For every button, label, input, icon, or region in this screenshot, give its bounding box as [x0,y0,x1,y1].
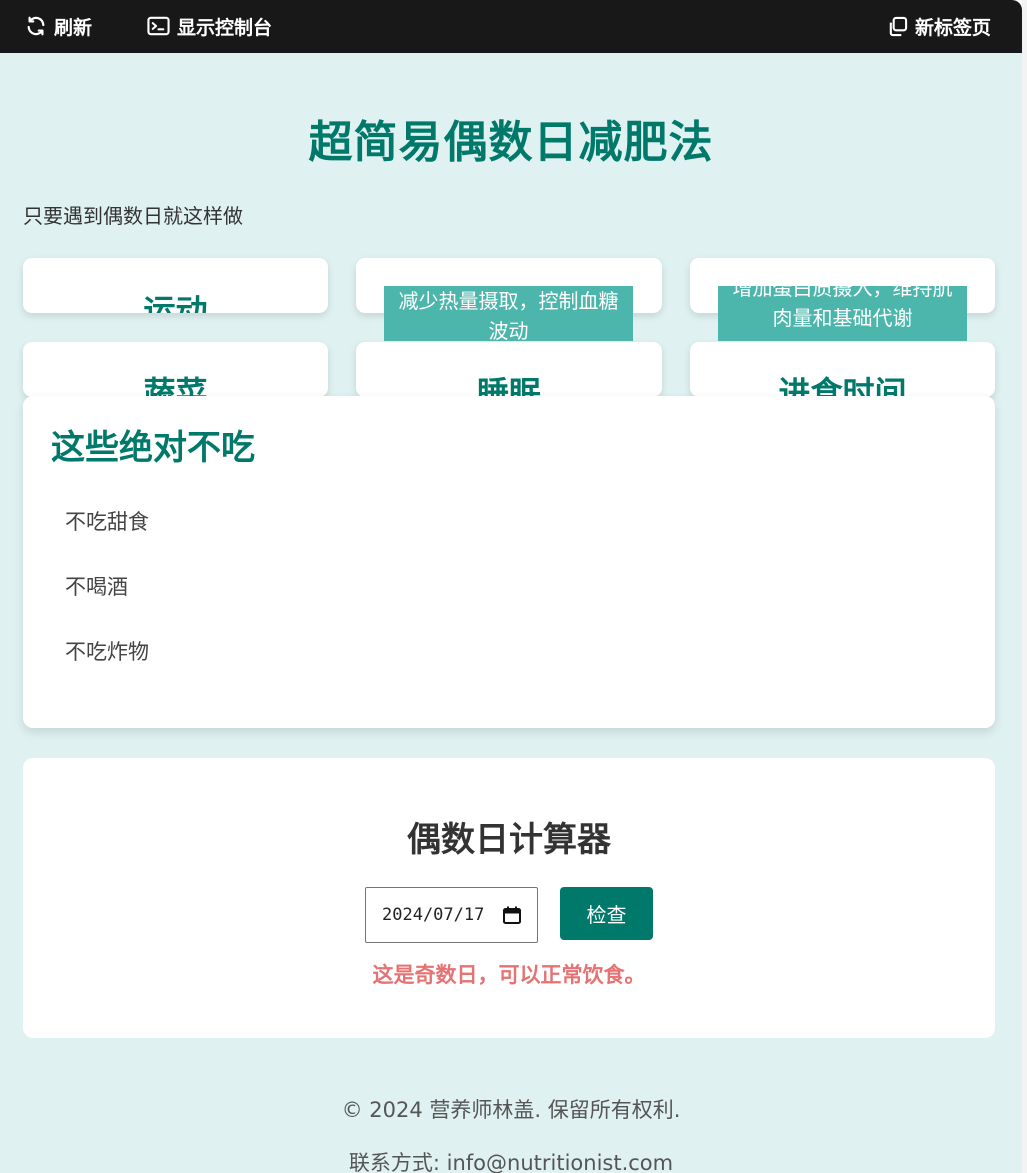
footer-contact: 联系方式: info@nutritionist.com [348,1151,674,1173]
avoid-section: 这些绝对不吃 不吃甜食 不喝酒 不吃炸物 [23,396,995,728]
card-vegetables[interactable]: 蔬菜 [23,342,328,397]
browser-toolbar: 刷新 显示控制台 新标签页 [0,0,1022,53]
new-tab-button[interactable]: 新标签页 [887,12,991,40]
even-day-calculator: 偶数日计算器 2024/07/17 检查 这是奇数日，可以正常饮食。 [23,758,995,1038]
avoid-item: 不吃甜食 [65,510,149,534]
avoid-item: 不吃炸物 [65,640,149,664]
show-console-button[interactable]: 显示控制台 [147,12,272,40]
card-title-vegetables: 蔬菜 [143,374,208,397]
card-meal-time[interactable]: 进食时间 [690,342,995,397]
page-subtitle: 只要遇到偶数日就这样做 [23,204,243,228]
date-value: 2024/07/17 [382,905,485,925]
avoid-list: 不吃甜食 不喝酒 不吃炸物 [65,509,149,704]
new-tab-icon [889,16,908,36]
calculator-result: 这是奇数日，可以正常饮食。 [372,963,646,987]
card-exercise[interactable]: 运动 [23,258,328,313]
card-tip-calorie: 减少热量摄取，控制血糖波动 [384,286,633,341]
date-input[interactable]: 2024/07/17 [365,887,538,943]
check-button[interactable]: 检查 [560,887,653,940]
card-tip-calorie-text: 减少热量摄取，控制血糖波动 [398,289,619,341]
calendar-icon[interactable] [503,906,521,924]
page-content: 超简易偶数日减肥法 只要遇到偶数日就这样做 运动 蔬菜 睡眠 进食时间 减少热量… [0,53,1022,1173]
card-tip-protein-text: 增加蛋白质摄入，维持肌肉量和基础代谢 [732,286,953,330]
card-title-exercise: 运动 [143,292,208,313]
refresh-label: 刷新 [54,16,93,39]
card-title-sleep: 睡眠 [476,374,541,397]
refresh-icon [27,16,45,36]
refresh-button[interactable]: 刷新 [25,12,92,40]
card-sleep[interactable]: 睡眠 [356,342,662,397]
card-tip-protein: 增加蛋白质摄入，维持肌肉量和基础代谢 [718,286,967,341]
avoid-item: 不喝酒 [65,575,128,599]
console-icon [147,16,170,36]
card-title-meal-time: 进食时间 [778,374,907,397]
calculator-heading: 偶数日计算器 [407,820,611,860]
footer-copyright: © 2024 营养师林盖. 保留所有权利. [341,1098,681,1122]
page-title: 超简易偶数日减肥法 [308,117,714,168]
console-label: 显示控制台 [177,16,273,39]
new-tab-label: 新标签页 [915,16,992,39]
page-scrollbar[interactable] [1022,0,1027,1173]
avoid-heading: 这些绝对不吃 [51,428,255,468]
